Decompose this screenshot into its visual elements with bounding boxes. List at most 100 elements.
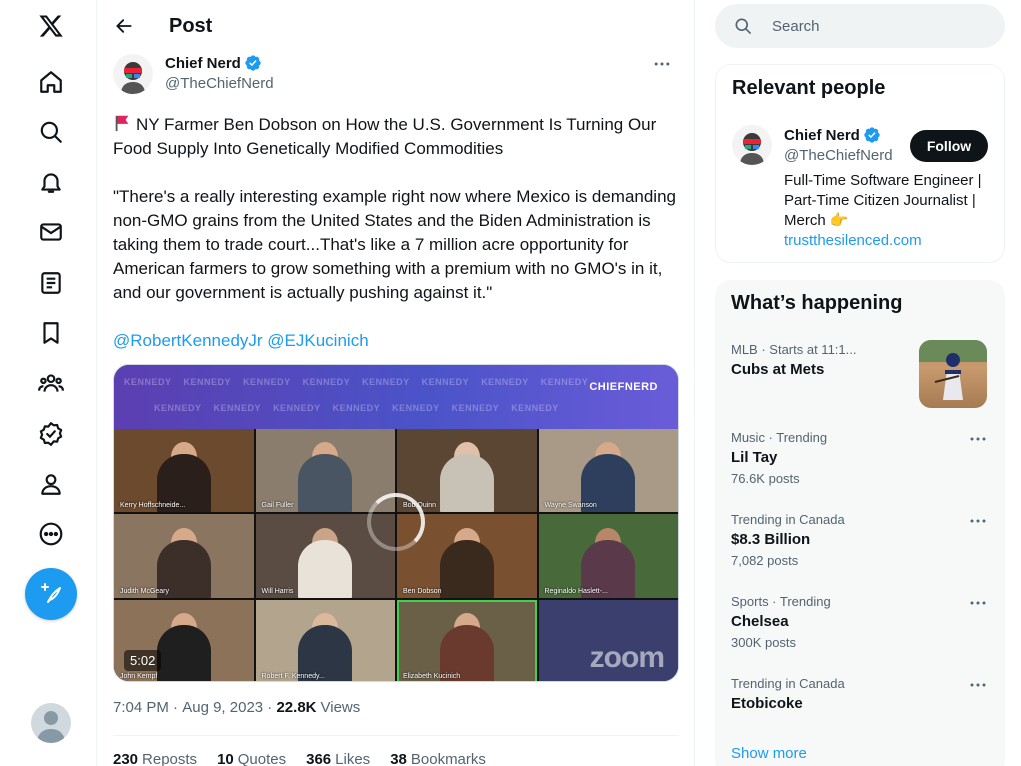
page-title: Post bbox=[169, 14, 213, 37]
participant-tile-active-speaker: Elizabeth Kucinich bbox=[397, 599, 537, 681]
post-header: Post bbox=[97, 0, 694, 52]
trend-title: Etobicoke bbox=[731, 695, 803, 712]
show-more-link[interactable]: Show more bbox=[731, 745, 807, 762]
post-text: NY Farmer Ben Dobson on How the U.S. Gov… bbox=[113, 113, 679, 353]
loading-spinner-icon bbox=[367, 493, 425, 551]
trend-title: $8.3 Billion bbox=[731, 531, 811, 548]
views-count: 22.8K bbox=[276, 699, 317, 716]
home-icon[interactable] bbox=[34, 65, 68, 99]
author-handle[interactable]: @TheChiefNerd bbox=[165, 75, 274, 92]
follow-button[interactable]: Follow bbox=[910, 130, 988, 162]
participant-tile: Gail Fuller bbox=[255, 429, 395, 513]
verified-badge-icon bbox=[864, 127, 880, 143]
post-column: Post Chief Nerd @TheChiefNerd NY Farmer … bbox=[96, 0, 695, 766]
x-logo-icon[interactable] bbox=[34, 9, 68, 43]
post-date[interactable]: Aug 9, 2023 bbox=[182, 699, 263, 716]
bio-link[interactable]: trustthesilenced.com bbox=[784, 232, 922, 249]
views-label: Views bbox=[320, 699, 361, 716]
search-input[interactable] bbox=[772, 17, 992, 35]
participant-tile: Reginaldo Haslett-... bbox=[538, 514, 678, 598]
trend-more-icon[interactable] bbox=[967, 432, 989, 446]
quotes-stat[interactable]: 10 Quotes bbox=[217, 751, 286, 766]
trend-item[interactable]: Music · Trending Lil Tay 76.6K posts bbox=[731, 430, 989, 486]
post-author: Chief Nerd @TheChiefNerd bbox=[113, 54, 679, 98]
meta-separator: · bbox=[263, 699, 277, 716]
bio-text: Full-Time Software Engineer | Part-Time … bbox=[784, 172, 982, 229]
relevant-people-card: Relevant people Chief Nerd @TheChiefNerd… bbox=[715, 64, 1005, 263]
video-duration: 5:02 bbox=[124, 650, 162, 671]
relevant-person-handle[interactable]: @TheChiefNerd bbox=[784, 147, 893, 164]
post-stats: 230 Reposts 10 Quotes 366 Likes 38 Bookmarks bbox=[113, 751, 486, 766]
red-flag-icon bbox=[115, 115, 129, 132]
trend-more-icon[interactable] bbox=[967, 678, 989, 692]
left-navigation bbox=[0, 0, 96, 766]
author-name-text: Chief Nerd bbox=[165, 54, 241, 72]
pointing-hand-icon: 👉 bbox=[829, 212, 849, 229]
explore-icon[interactable] bbox=[34, 115, 68, 149]
divider bbox=[113, 735, 679, 736]
notifications-icon[interactable] bbox=[34, 165, 68, 199]
verified-badge-icon bbox=[245, 55, 261, 71]
default-avatar-icon bbox=[37, 711, 65, 743]
more-icon[interactable] bbox=[34, 517, 68, 551]
trend-posts: 7,082 posts bbox=[731, 553, 799, 568]
trend-more-icon[interactable] bbox=[967, 596, 989, 610]
bookmarks-stat[interactable]: 38 Bookmarks bbox=[390, 751, 486, 766]
account-avatar[interactable] bbox=[31, 703, 71, 743]
post-headline: NY Farmer Ben Dobson on How the U.S. Gov… bbox=[113, 113, 679, 161]
trend-item[interactable]: Sports · Trending Chelsea 300K posts bbox=[731, 594, 989, 650]
search-bar[interactable] bbox=[715, 4, 1005, 48]
trend-title: Chelsea bbox=[731, 613, 789, 630]
trend-context: Music · Trending bbox=[731, 430, 828, 445]
feather-plus-icon bbox=[41, 583, 61, 603]
post-headline-text: NY Farmer Ben Dobson on How the U.S. Gov… bbox=[113, 115, 657, 158]
author-name[interactable]: Chief Nerd bbox=[165, 54, 262, 72]
whats-happening-title: What’s happening bbox=[731, 292, 903, 314]
trend-thumbnail[interactable] bbox=[919, 340, 987, 408]
trend-posts: 300K posts bbox=[731, 635, 797, 650]
post-meta: 7:04 PM · Aug 9, 2023 · 22.8K Views bbox=[113, 699, 360, 716]
mention-robertkennedyjr[interactable]: @RobertKennedyJr bbox=[113, 331, 263, 350]
video-banner: KENNEDY KENNEDY KENNEDY KENNEDY KENNEDY … bbox=[114, 365, 678, 429]
post-mentions: @RobertKennedyJr @EJKucinich bbox=[113, 329, 679, 353]
participant-tile: Judith McGeary bbox=[114, 514, 254, 598]
meta-separator: · bbox=[168, 699, 183, 716]
whats-happening-card: What’s happening MLB · Starts at 11:1...… bbox=[715, 280, 1005, 766]
participant-tile: Bob Quinn bbox=[397, 429, 537, 513]
relevant-person-name[interactable]: Chief Nerd bbox=[784, 126, 881, 144]
more-options-icon[interactable] bbox=[645, 54, 679, 74]
profile-icon[interactable] bbox=[34, 467, 68, 501]
mention-ejkucinich[interactable]: @EJKucinich bbox=[267, 331, 368, 350]
trend-context: Sports · Trending bbox=[731, 594, 831, 609]
trend-more-icon[interactable] bbox=[967, 514, 989, 528]
bookmarks-icon[interactable] bbox=[34, 316, 68, 350]
trend-context: Trending in Canada bbox=[731, 512, 845, 527]
verified-icon[interactable] bbox=[34, 417, 68, 451]
relevant-person-name-text: Chief Nerd bbox=[784, 126, 860, 144]
post-quote: "There's a really interesting example ri… bbox=[113, 187, 676, 302]
participant-tile: Wayne Swanson bbox=[538, 429, 678, 513]
trend-posts: 76.6K posts bbox=[731, 471, 800, 486]
communities-icon[interactable] bbox=[34, 366, 68, 400]
zoom-logo: zoom bbox=[589, 641, 665, 674]
relevant-people-title: Relevant people bbox=[732, 77, 886, 99]
trend-item[interactable]: Trending in Canada Etobicoke bbox=[731, 676, 989, 712]
participant-tile: Kerry Hoffschneide... bbox=[114, 429, 254, 513]
relevant-person-bio: Full-Time Software Engineer | Part-Time … bbox=[784, 171, 994, 251]
likes-stat[interactable]: 366 Likes bbox=[306, 751, 370, 766]
reposts-stat[interactable]: 230 Reposts bbox=[113, 751, 197, 766]
trend-context: Trending in Canada bbox=[731, 676, 845, 691]
watermark-row: KENNEDY KENNEDY KENNEDY KENNEDY KENNEDY … bbox=[124, 377, 589, 387]
compose-post-button[interactable] bbox=[25, 568, 77, 620]
sidebar-right: Relevant people Chief Nerd @TheChiefNerd… bbox=[715, 0, 1005, 766]
watermark-row: KENNEDY KENNEDY KENNEDY KENNEDY KENNEDY … bbox=[154, 403, 559, 413]
messages-icon[interactable] bbox=[34, 215, 68, 249]
author-avatar[interactable] bbox=[113, 54, 153, 94]
relevant-person-avatar[interactable] bbox=[732, 125, 772, 165]
back-arrow-icon[interactable] bbox=[107, 9, 141, 43]
trend-item[interactable]: Trending in Canada $8.3 Billion 7,082 po… bbox=[731, 512, 989, 568]
post-time[interactable]: 7:04 PM bbox=[113, 699, 169, 716]
lists-icon[interactable] bbox=[34, 266, 68, 300]
search-icon bbox=[735, 18, 751, 34]
video-player[interactable]: KENNEDY KENNEDY KENNEDY KENNEDY KENNEDY … bbox=[113, 364, 679, 682]
